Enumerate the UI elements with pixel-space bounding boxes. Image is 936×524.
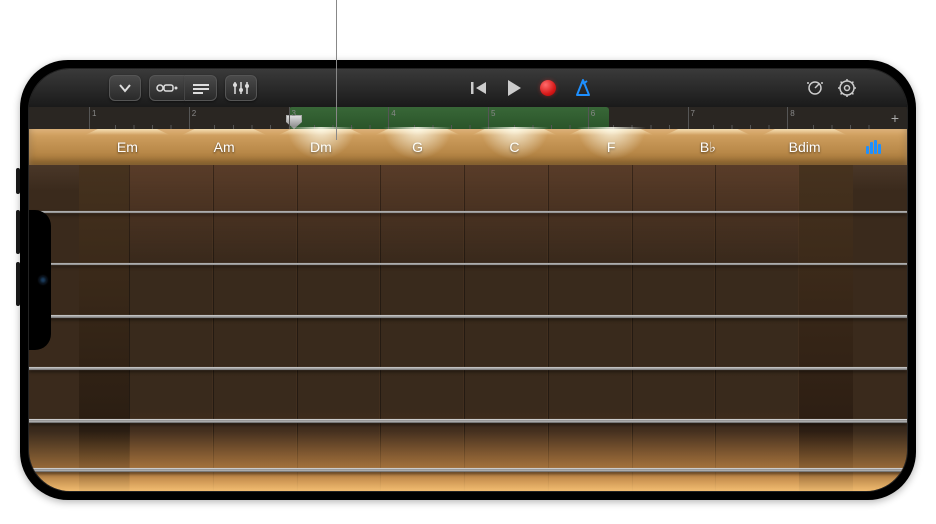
tracks-view-button[interactable] — [149, 75, 185, 101]
record-button[interactable] — [540, 80, 556, 96]
chord-strip: EmAmDmGCFB♭Bdim — [29, 129, 907, 165]
mixer-icon — [232, 81, 250, 95]
callout-line — [336, 0, 337, 140]
record-icon — [540, 80, 556, 96]
chord-tab-am[interactable]: Am — [176, 129, 273, 165]
chord-tab-dm[interactable]: Dm — [273, 129, 370, 165]
string-5[interactable] — [29, 419, 907, 423]
string-2[interactable] — [29, 263, 907, 265]
fx-icon — [192, 82, 210, 94]
play-icon — [506, 79, 522, 97]
fx-button[interactable] — [185, 75, 217, 101]
play-button[interactable] — [506, 79, 522, 97]
ruler-bar-5[interactable]: 5 — [488, 107, 588, 129]
dial-icon — [805, 78, 825, 98]
fret-column[interactable] — [548, 165, 632, 491]
metronome-button[interactable] — [574, 79, 592, 97]
autoplay-button[interactable] — [853, 129, 893, 165]
settings-button[interactable] — [837, 78, 857, 98]
fret-column[interactable] — [297, 165, 381, 491]
ruler-bar-3[interactable]: 3 — [289, 107, 389, 129]
chevron-down-icon — [118, 83, 132, 93]
chord-tab-g[interactable]: G — [369, 129, 466, 165]
ruler-bar-7[interactable]: 7 — [688, 107, 788, 129]
master-effects-button[interactable] — [805, 78, 825, 98]
phone-notch — [29, 210, 51, 350]
chord-tab-em[interactable]: Em — [79, 129, 176, 165]
go-to-beginning-button[interactable] — [470, 80, 488, 96]
string-3[interactable] — [29, 315, 907, 318]
fret-column[interactable] — [129, 165, 213, 491]
fret-column[interactable] — [464, 165, 548, 491]
ruler[interactable]: 12345678+ — [29, 107, 907, 129]
ruler-bar-6[interactable]: 6 — [588, 107, 688, 129]
ruler-bar-8[interactable]: 8 — [787, 107, 887, 129]
fretboard[interactable] — [29, 165, 907, 491]
gear-icon — [837, 78, 857, 98]
autoplay-icon — [866, 140, 881, 154]
phone-frame: 12345678+ EmAmDmGCFB♭Bdim — [20, 60, 916, 500]
chord-tab-c[interactable]: C — [466, 129, 563, 165]
chord-tab-bflat[interactable]: B♭ — [660, 129, 757, 165]
add-section-button[interactable]: + — [891, 110, 899, 126]
chord-tab-bdim[interactable]: Bdim — [756, 129, 853, 165]
ruler-bar-2[interactable]: 2 — [189, 107, 289, 129]
string-1[interactable] — [29, 211, 907, 213]
control-bar — [29, 69, 907, 107]
browser-button[interactable] — [109, 75, 141, 101]
ruler-bar-4[interactable]: 4 — [388, 107, 488, 129]
ruler-bar-1[interactable]: 1 — [89, 107, 189, 129]
metronome-icon — [574, 79, 592, 97]
string-4[interactable] — [29, 367, 907, 370]
previous-icon — [470, 80, 488, 96]
chord-tab-f[interactable]: F — [563, 129, 660, 165]
fret-column[interactable] — [715, 165, 799, 491]
app-screen: 12345678+ EmAmDmGCFB♭Bdim — [29, 69, 907, 491]
string-6[interactable] — [29, 468, 907, 472]
fret-columns — [29, 165, 907, 491]
fret-column[interactable] — [213, 165, 297, 491]
tracks-view-icon — [156, 82, 178, 94]
fret-column[interactable] — [380, 165, 464, 491]
fret-column[interactable] — [632, 165, 716, 491]
track-controls-button[interactable] — [225, 75, 257, 101]
